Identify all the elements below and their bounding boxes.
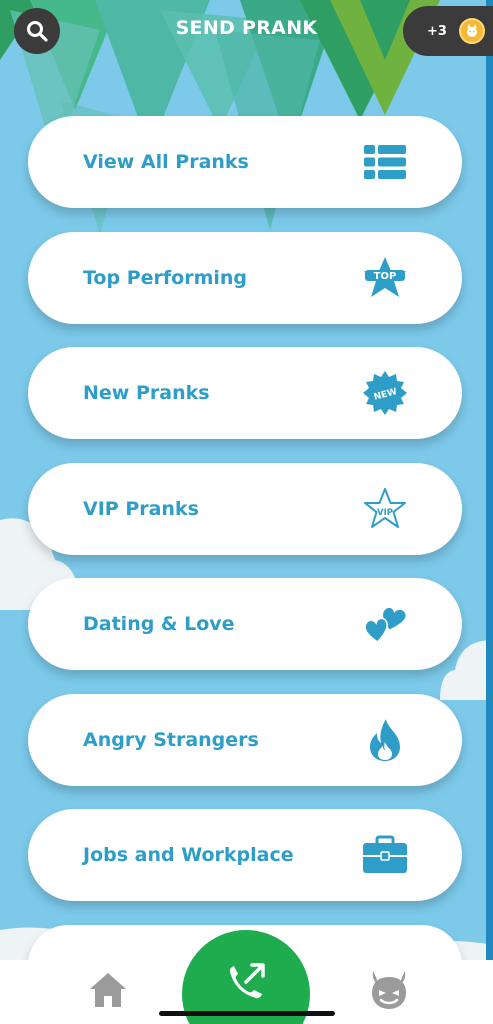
svg-text:TOP: TOP <box>374 271 397 282</box>
menu-item-label: Angry Strangers <box>83 728 259 751</box>
svg-text:VIP: VIP <box>377 508 393 518</box>
menu-item-dating-love[interactable]: Dating & Love <box>28 578 462 670</box>
hearts-icon <box>362 602 408 646</box>
devil-tab-button[interactable] <box>368 969 410 1011</box>
menu-item-angry-strangers[interactable]: Angry Strangers <box>28 693 462 786</box>
menu-item-label: Top Performing <box>83 266 248 289</box>
coins-count: +3 <box>427 23 447 39</box>
devil-icon <box>372 971 406 1009</box>
header: SEND PRANK +3 <box>0 0 493 62</box>
menu-item-jobs-workplace[interactable]: Jobs and Workplace <box>28 809 462 901</box>
menu-item-label: Dating & Love <box>83 613 235 635</box>
new-badge-icon: NEW <box>362 371 408 415</box>
menu-item-vip-pranks[interactable]: VIP Pranks VIP <box>28 462 462 555</box>
list-icon <box>362 140 408 184</box>
prank-category-menu: View All Pranks Top Performing TOP New P… <box>28 116 462 1024</box>
right-edge-strip <box>486 0 493 1024</box>
call-transfer-icon <box>229 963 265 999</box>
home-tab-button[interactable] <box>88 971 128 1009</box>
menu-item-label: View All Pranks <box>83 151 249 173</box>
coin-icon <box>458 18 485 44</box>
menu-item-label: VIP Pranks <box>83 497 199 520</box>
flame-icon <box>362 718 408 762</box>
coin-face-glyph <box>466 24 477 37</box>
menu-item-top-performing[interactable]: Top Performing TOP <box>28 231 462 324</box>
menu-item-label: Jobs and Workplace <box>83 844 294 866</box>
coins-balance-button[interactable]: +3 <box>403 6 493 56</box>
menu-item-new-pranks[interactable]: New Pranks NEW <box>28 347 462 439</box>
menu-item-label: New Pranks <box>83 382 210 404</box>
home-indicator <box>159 1011 335 1016</box>
vip-star-icon: VIP <box>362 487 408 531</box>
home-icon <box>90 973 126 1007</box>
top-star-icon: TOP <box>362 256 408 300</box>
menu-item-view-all-pranks[interactable]: View All Pranks <box>28 116 462 208</box>
briefcase-icon <box>362 833 408 877</box>
